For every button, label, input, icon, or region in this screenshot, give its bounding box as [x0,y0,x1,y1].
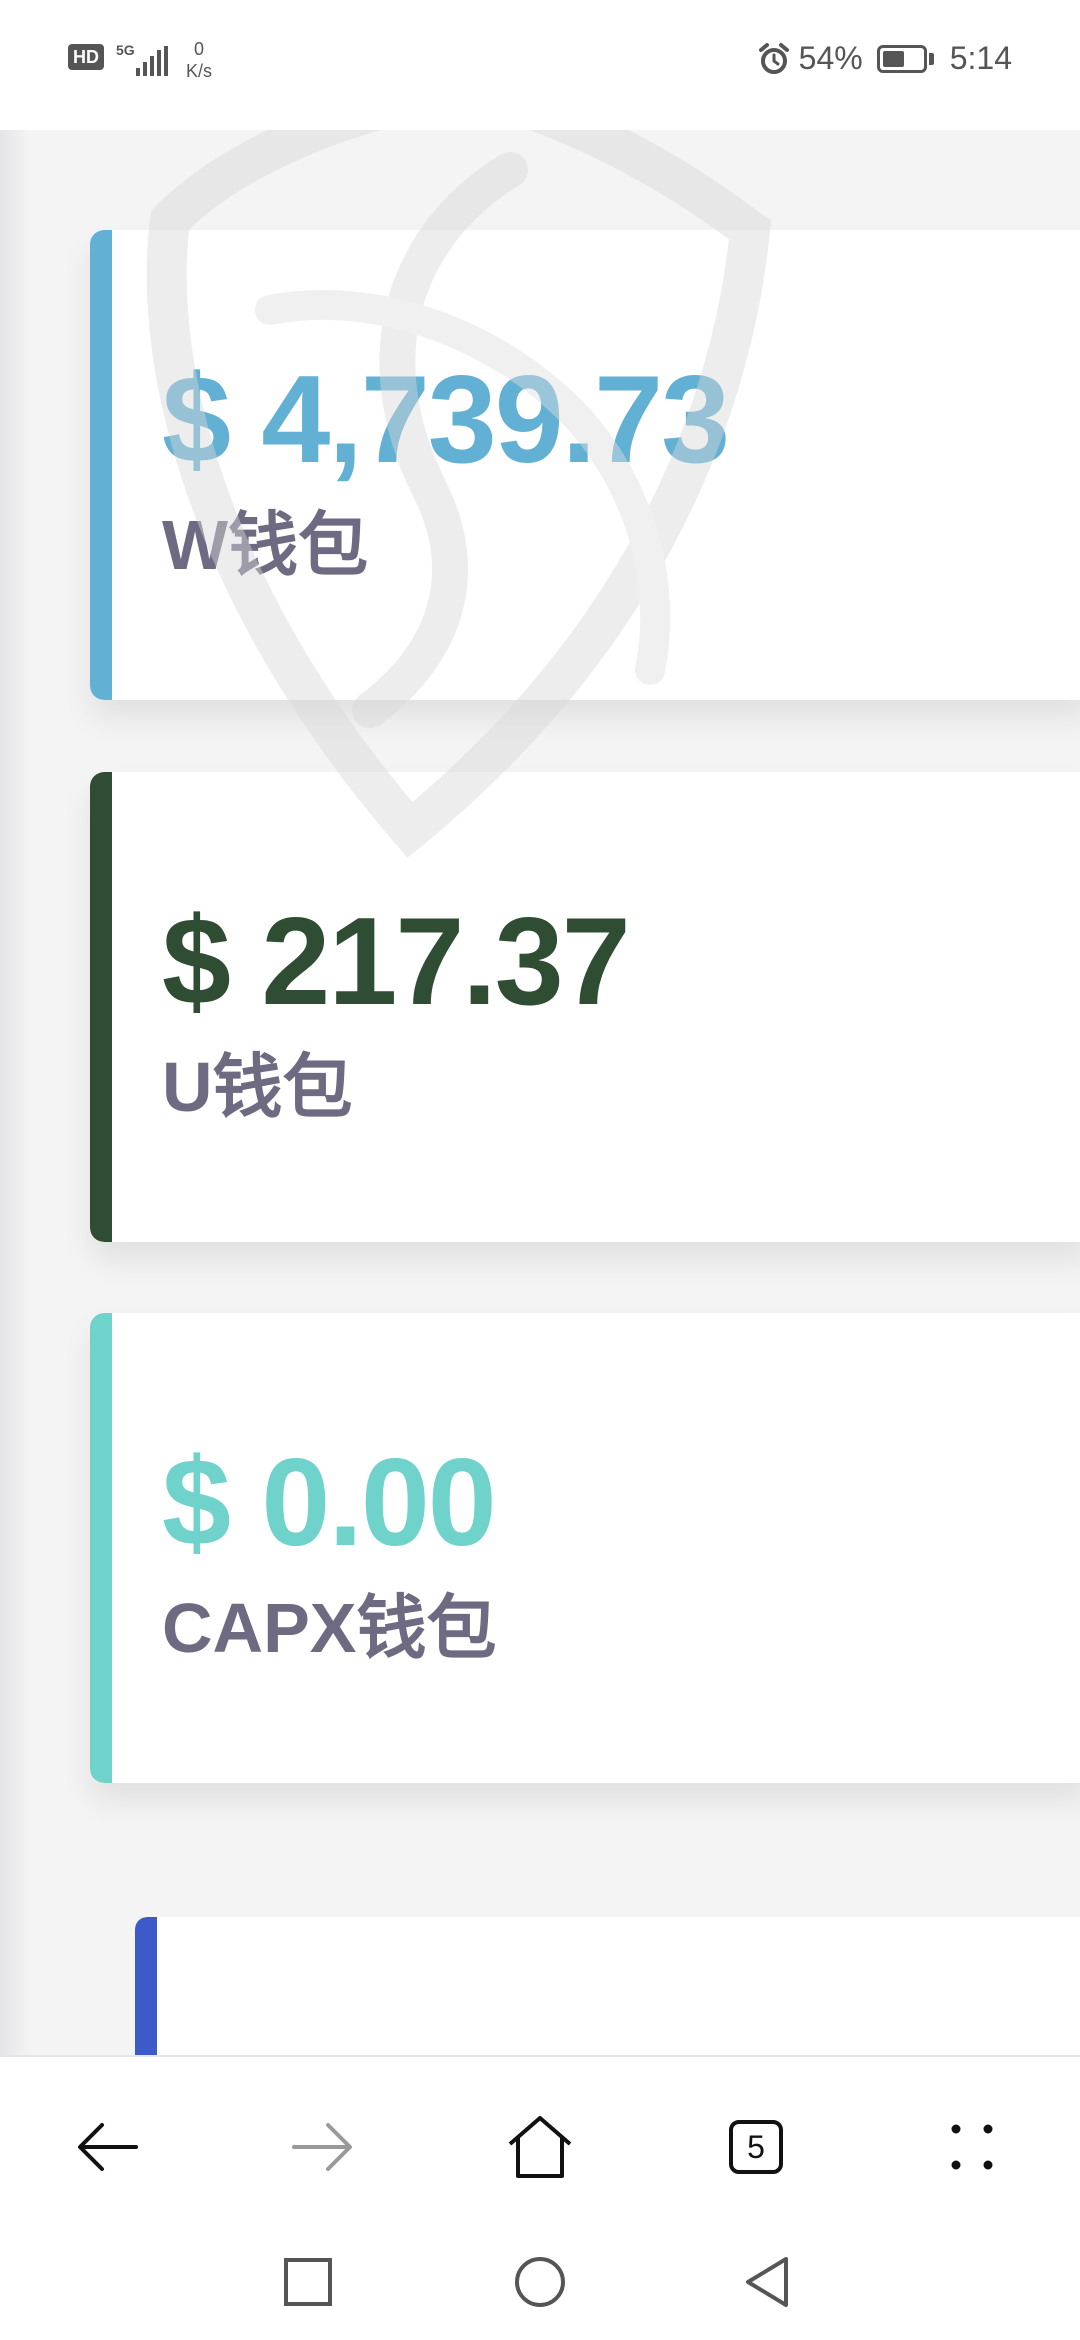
system-back-button[interactable] [732,2247,802,2317]
wallet-card-w[interactable]: $ 4,739.73 W钱包 [90,230,1080,700]
net-speed: 0 K/s [186,38,212,82]
net-speed-value: 0 [194,39,205,59]
back-button[interactable] [67,2107,147,2187]
card-accent [135,1917,157,2055]
arrow-right-icon [292,2123,352,2171]
home-button[interactable] [500,2107,580,2187]
wallet-amount: $ 0.00 [162,1434,497,1572]
system-navigation-bar [0,2225,1080,2340]
system-home-button[interactable] [505,2247,575,2317]
wallet-label: W钱包 [162,506,369,584]
battery-fill [882,50,904,67]
partial-card[interactable] [135,1917,1080,2055]
wallet-card-u[interactable]: $ 217.37 U钱包 [90,772,1080,1242]
edge-shade [0,130,30,2055]
wallet-label: U钱包 [162,1048,353,1126]
signal-icon: 5G [112,38,168,78]
square-icon [284,2258,332,2306]
tabs-button[interactable]: 5 [716,2107,796,2187]
more-dots-icon [951,2124,993,2170]
menu-button[interactable] [932,2107,1012,2187]
status-left: HD 5G 0 K/s [68,38,212,82]
wallet-card-capx[interactable]: $ 0.00 CAPX钱包 [90,1313,1080,1783]
signal-bars-icon [136,46,168,76]
wallet-amount: $ 217.37 [162,893,631,1031]
triangle-back-icon [746,2257,788,2307]
status-bar: HD 5G 0 K/s 54% 5:14 [0,0,1080,130]
screen: HD 5G 0 K/s 54% 5:14 $ 4,739.73 W钱包 $ 21… [0,0,1080,2340]
recents-button[interactable] [273,2247,343,2317]
card-accent [90,1313,112,1783]
card-accent [90,772,112,1242]
arrow-left-icon [78,2123,138,2171]
network-type: 5G [116,42,135,58]
card-accent [90,230,112,700]
status-right: 54% 5:14 [757,40,1012,77]
battery-tip [928,52,934,65]
home-icon [508,2116,572,2178]
browser-toolbar: 5 [0,2055,1080,2227]
tab-count: 5 [729,2120,783,2174]
wallet-list[interactable]: $ 4,739.73 W钱包 $ 217.37 U钱包 $ 0.00 CAPX钱… [0,130,1080,2055]
circle-icon [515,2257,565,2307]
alarm-icon [758,42,789,74]
clock: 5:14 [949,40,1012,76]
wallet-label: CAPX钱包 [162,1589,497,1667]
net-speed-unit: K/s [186,61,213,81]
forward-button[interactable] [283,2107,363,2187]
battery-icon [876,44,927,73]
hd-badge: HD [68,44,104,70]
battery-percent: 54% [798,40,863,76]
wallet-amount: $ 4,739.73 [162,351,730,489]
